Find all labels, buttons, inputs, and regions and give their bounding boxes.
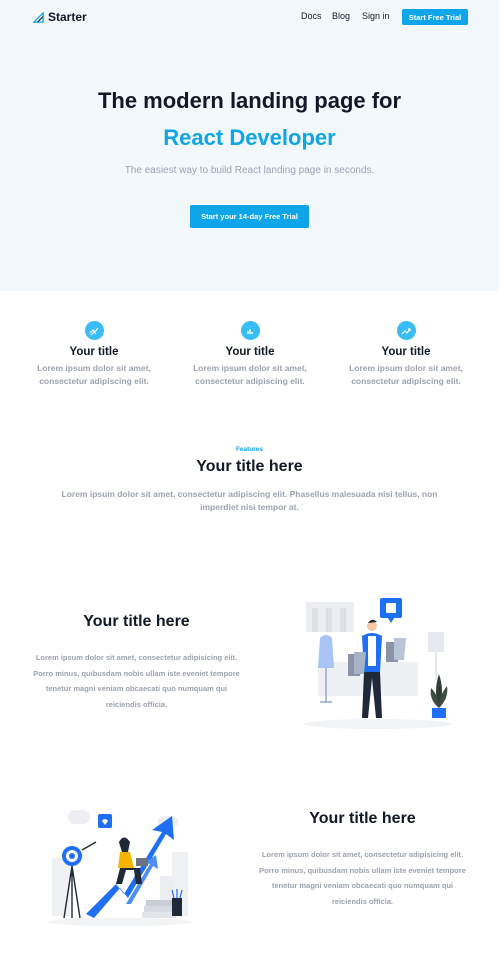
hero-subtitle: The easiest way to build React landing p… xyxy=(124,165,375,176)
trend-up-icon xyxy=(396,321,416,340)
chart-bars-icon xyxy=(240,321,260,340)
brand-logo[interactable]: Starter xyxy=(33,10,87,24)
feature-title: Your title xyxy=(69,346,119,358)
row-description: Lorem ipsum dolor sit amet, consectetur … xyxy=(259,850,466,906)
navbar: Starter Docs Blog Sign in Start Free Tri… xyxy=(0,0,499,34)
start-free-trial-button[interactable]: Start Free Trial xyxy=(402,9,468,25)
section-eyebrow: Features xyxy=(235,446,264,453)
feature-description: Lorem ipsum dolor sit amet, consectetur … xyxy=(349,363,463,386)
feature-title: Your title xyxy=(381,346,431,358)
nav-link-docs[interactable]: Docs xyxy=(301,11,322,21)
brand-name: Starter xyxy=(48,10,87,24)
row-title: Your title here xyxy=(83,613,190,630)
nav-link-sign-in[interactable]: Sign in xyxy=(362,11,390,21)
logo-mark-icon xyxy=(33,11,44,23)
section-description: Lorem ipsum dolor sit amet, consectetur … xyxy=(61,489,438,512)
hero-title-highlight: React Developer xyxy=(163,125,336,150)
feature-card: Your title Lorem ipsum dolor sit amet, c… xyxy=(336,321,476,388)
row-title: Your title here xyxy=(309,810,416,827)
row-description: Lorem ipsum dolor sit amet, consectetur … xyxy=(33,653,240,709)
section-title: Your title here xyxy=(196,458,303,475)
feature-card: Your title Lorem ipsum dolor sit amet, c… xyxy=(24,321,164,388)
nav-link-blog[interactable]: Blog xyxy=(332,11,350,21)
hero-title: The modern landing page for xyxy=(97,88,402,113)
hero-trial-button[interactable]: Start your 14-day Free Trial xyxy=(190,205,309,228)
growth-illustration xyxy=(48,810,192,926)
feature-description: Lorem ipsum dolor sit amet, consectetur … xyxy=(37,363,151,386)
double-arrow-icon xyxy=(84,321,104,340)
feature-description: Lorem ipsum dolor sit amet, consectetur … xyxy=(193,363,307,386)
feature-card: Your title Lorem ipsum dolor sit amet, c… xyxy=(180,321,320,388)
feature-title: Your title xyxy=(225,346,275,358)
shopping-illustration xyxy=(304,598,452,729)
